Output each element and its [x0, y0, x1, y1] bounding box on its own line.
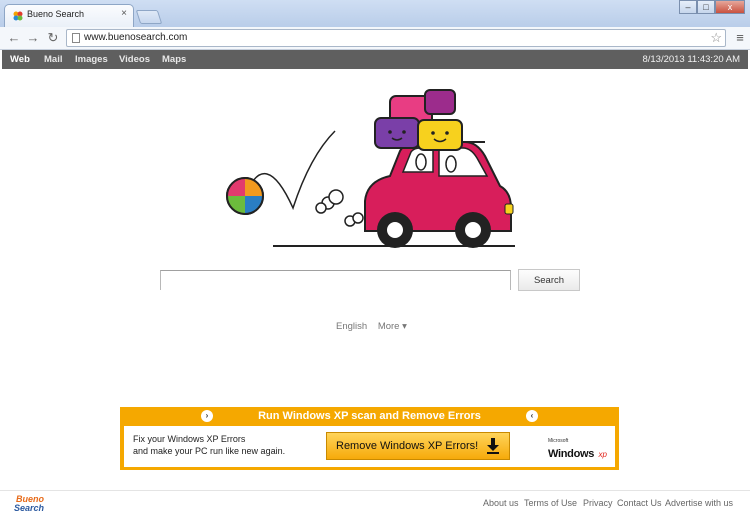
window-close-button[interactable]: x — [715, 0, 745, 14]
site-nav-bar: Web Mail Images Videos Maps 8/13/2013 11… — [2, 50, 748, 69]
tab-title: Bueno Search — [27, 9, 85, 19]
search-input[interactable] — [161, 272, 510, 290]
footer-terms-link[interactable]: Terms of Use — [524, 498, 577, 508]
reload-icon[interactable]: ↻ — [45, 30, 61, 46]
footer-about-link[interactable]: About us — [483, 498, 519, 508]
chrome-menu-icon[interactable]: ≡ — [733, 30, 747, 46]
bueno-favicon-icon — [13, 11, 23, 21]
browser-title-bar: Bueno Search × – □ x — [0, 0, 750, 27]
language-more-link[interactable]: More ▾ — [378, 321, 407, 332]
browser-tab[interactable]: Bueno Search × — [4, 4, 134, 27]
ad-title: Run Windows XP scan and Remove Errors — [258, 410, 481, 422]
footer-logo-search: Search — [14, 503, 45, 513]
footer-privacy-link[interactable]: Privacy — [583, 498, 613, 508]
ad-text-line-2: and make your PC run like new again. — [133, 446, 286, 456]
ad-header: › Run Windows XP scan and Remove Errors … — [120, 407, 619, 425]
back-icon[interactable]: ← — [6, 30, 22, 46]
ad-body: Fix your Windows XP Errors and make your… — [124, 426, 615, 467]
browser-toolbar: ← → ↻ www.buenosearch.com ☆ ≡ — [0, 27, 750, 50]
url-text[interactable]: www.buenosearch.com — [84, 32, 187, 43]
footer-advertise-link[interactable]: Advertise with us — [665, 498, 733, 508]
windows-xp-logo: Microsoft Windows xp — [548, 438, 607, 462]
nav-videos[interactable]: Videos — [119, 54, 150, 65]
search-button[interactable]: Search — [518, 269, 580, 291]
new-tab-button[interactable] — [135, 10, 163, 24]
nav-mail[interactable]: Mail — [44, 54, 62, 65]
window-controls: – □ x — [679, 0, 745, 14]
beach-ball-icon — [226, 177, 264, 215]
nav-maps[interactable]: Maps — [162, 54, 186, 65]
page-footer: Bueno Search About us Terms of Use Priva… — [0, 490, 750, 513]
microsoft-label: Microsoft — [548, 438, 569, 444]
datetime-display: 8/13/2013 11:43:20 AM — [642, 54, 740, 65]
forward-icon[interactable]: → — [25, 30, 41, 46]
remove-errors-label: Remove Windows XP Errors! — [336, 440, 479, 452]
maximize-button[interactable]: □ — [697, 0, 715, 14]
windows-label: Windows — [548, 448, 595, 460]
xp-label: xp — [598, 450, 607, 459]
address-bar[interactable]: www.buenosearch.com ☆ — [66, 29, 726, 47]
language-english-link[interactable]: English — [336, 321, 367, 332]
ad-banner[interactable]: › Run Windows XP scan and Remove Errors … — [120, 407, 619, 470]
download-arrow-icon — [487, 438, 499, 454]
bookmark-star-icon[interactable]: ☆ — [710, 30, 722, 46]
footer-contact-link[interactable]: Contact Us — [617, 498, 662, 508]
nav-images[interactable]: Images — [75, 54, 108, 65]
search-box — [160, 270, 511, 290]
ad-text-line-1: Fix your Windows XP Errors — [133, 434, 246, 444]
remove-errors-button[interactable]: Remove Windows XP Errors! — [326, 432, 510, 460]
ad-prev-arrow-icon[interactable]: ‹ — [526, 410, 538, 422]
page-icon — [72, 33, 80, 43]
nav-web[interactable]: Web — [10, 54, 30, 65]
bueno-car-logo-illustration — [226, 89, 515, 248]
tab-close-icon[interactable]: × — [121, 8, 127, 19]
language-selector: English More ▾ — [336, 321, 407, 332]
bueno-search-footer-logo[interactable]: Bueno Search — [14, 494, 68, 514]
minimize-button[interactable]: – — [679, 0, 697, 14]
